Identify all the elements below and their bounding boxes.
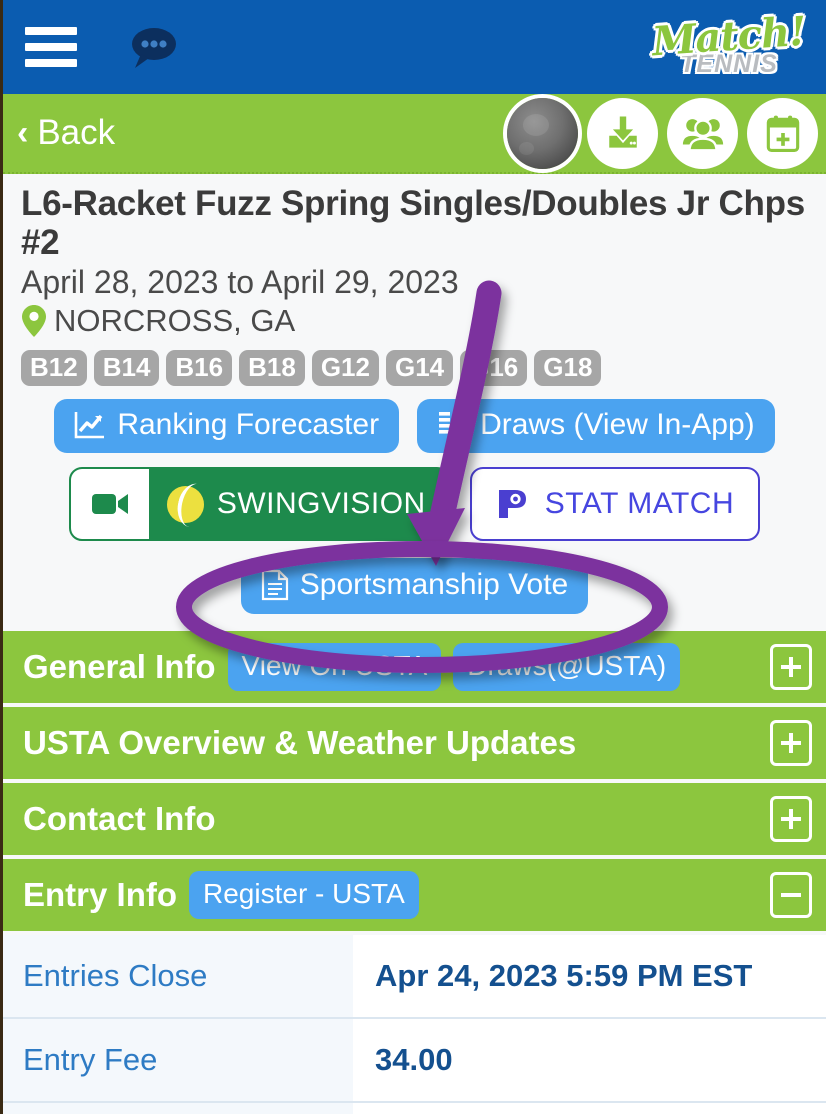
row-label <box>3 1103 353 1114</box>
tournament-location: NORCROSS, GA <box>3 301 826 339</box>
swingvision-body: SWINGVISION <box>149 469 448 539</box>
download-icon <box>608 116 637 148</box>
chart-line-icon <box>75 412 105 439</box>
division-tag[interactable]: B12 <box>21 350 87 387</box>
division-tag[interactable]: B18 <box>239 350 305 387</box>
toggle-bar <box>789 733 793 754</box>
section-entry-info[interactable]: Entry Info Register - USTA <box>3 859 826 932</box>
main-content: L6-Racket Fuzz Spring Singles/Doubles Jr… <box>3 174 826 615</box>
top-header-bar: Match! TENNIS <box>3 0 826 94</box>
row-value: Apr 24, 2023 5:59 PM EST <box>353 935 826 1018</box>
ranking-forecaster-button[interactable]: Ranking Forecaster <box>54 399 400 454</box>
plus-box-icon[interactable] <box>770 644 812 691</box>
partner-action-row: SWINGVISION STAT MATCH <box>3 467 826 542</box>
toggle-bar <box>789 809 793 830</box>
view-on-usta-button[interactable]: View On USTA <box>227 643 442 692</box>
people-group-icon <box>682 119 723 152</box>
players-button[interactable] <box>667 97 738 169</box>
avatar-moon-icon[interactable] <box>507 97 578 169</box>
chevron-left-icon: ‹ <box>17 114 29 152</box>
sportsmanship-vote-button[interactable]: Sportsmanship Vote <box>240 558 589 615</box>
division-tags: B12 B14 B16 B18 G12 G14 G16 G18 <box>3 339 826 387</box>
section-title: USTA Overview & Weather Updates <box>23 724 577 762</box>
table-row: Entry Fee 34.00 <box>3 1019 826 1104</box>
toggle-bar <box>781 893 801 898</box>
chat-bubble-icon[interactable] <box>127 25 177 69</box>
row-label: Entries Close <box>3 935 353 1018</box>
row-label: Entry Fee <box>3 1019 353 1102</box>
division-tag[interactable]: G16 <box>460 350 528 387</box>
table-row: Entries Close Apr 24, 2023 5:59 PM EST <box>3 935 826 1020</box>
entry-info-table: Entries Close Apr 24, 2023 5:59 PM EST E… <box>3 935 826 1114</box>
location-text: NORCROSS, GA <box>54 303 296 339</box>
app-screen: Match! TENNIS ‹ Back L6-Racket Fuzz Spri… <box>0 0 826 1114</box>
sitemap-list-icon <box>439 412 468 434</box>
map-pin-icon <box>22 305 46 338</box>
add-event-button[interactable] <box>747 97 818 169</box>
division-tag[interactable]: G18 <box>534 350 602 387</box>
page-title: L6-Racket Fuzz Spring Singles/Doubles Jr… <box>21 184 805 263</box>
division-tag[interactable]: G14 <box>385 350 454 387</box>
calendar-plus-icon <box>766 115 799 152</box>
video-camera-icon <box>70 469 149 540</box>
ranking-forecaster-label: Ranking Forecaster <box>117 408 380 442</box>
plus-box-icon[interactable] <box>770 796 812 843</box>
tennis-ball-icon <box>166 485 204 523</box>
swingvision-label: SWINGVISION <box>216 487 426 521</box>
division-tag[interactable]: G12 <box>311 350 379 387</box>
sportsmanship-vote-label: Sportsmanship Vote <box>299 568 569 602</box>
document-icon <box>261 570 288 601</box>
hamburger-line <box>25 59 77 67</box>
section-title: General Info <box>23 648 216 686</box>
statmatch-logo-icon <box>498 490 526 519</box>
table-row-partial <box>3 1103 826 1114</box>
section-title: Contact Info <box>23 800 216 838</box>
division-tag[interactable]: B14 <box>93 350 160 387</box>
hamburger-menu-icon[interactable] <box>25 27 77 67</box>
row-value <box>353 1103 826 1114</box>
division-tag[interactable]: B16 <box>166 350 233 387</box>
row-value: 34.00 <box>353 1019 826 1102</box>
swingvision-button[interactable]: SWINGVISION <box>68 467 450 542</box>
sportsmanship-action-row: Sportsmanship Vote <box>3 558 826 615</box>
nav-bar: ‹ Back <box>3 94 826 174</box>
back-button[interactable]: ‹ Back <box>17 113 115 153</box>
section-title: Entry Info <box>23 876 177 914</box>
primary-action-row: Ranking Forecaster Draws (View In-App) <box>3 399 826 454</box>
section-contact-info[interactable]: Contact Info <box>3 783 826 856</box>
nav-action-icons <box>507 94 818 172</box>
draws-in-app-label: Draws (View In-App) <box>480 408 755 442</box>
draws-at-usta-button[interactable]: Draws(@USTA) <box>453 643 681 692</box>
stat-match-button[interactable]: STAT MATCH <box>469 467 761 542</box>
hamburger-line <box>25 43 77 51</box>
stat-match-label: STAT MATCH <box>544 487 735 521</box>
logo-primary-text: Match! <box>650 7 808 65</box>
tournament-dates: April 28, 2023 to April 29, 2023 <box>21 264 459 301</box>
hamburger-line <box>25 27 77 35</box>
minus-box-icon[interactable] <box>770 872 812 919</box>
back-button-label: Back <box>37 113 116 152</box>
toggle-bar <box>789 657 793 678</box>
app-logo: Match! TENNIS <box>644 2 814 92</box>
section-usta-overview-weather[interactable]: USTA Overview & Weather Updates <box>3 707 826 780</box>
section-general-info[interactable]: General Info View On USTA Draws(@USTA) <box>3 631 826 704</box>
plus-box-icon[interactable] <box>770 720 812 767</box>
register-usta-button[interactable]: Register - USTA <box>189 871 419 920</box>
download-button[interactable] <box>587 97 658 169</box>
draws-in-app-button[interactable]: Draws (View In-App) <box>417 399 775 454</box>
